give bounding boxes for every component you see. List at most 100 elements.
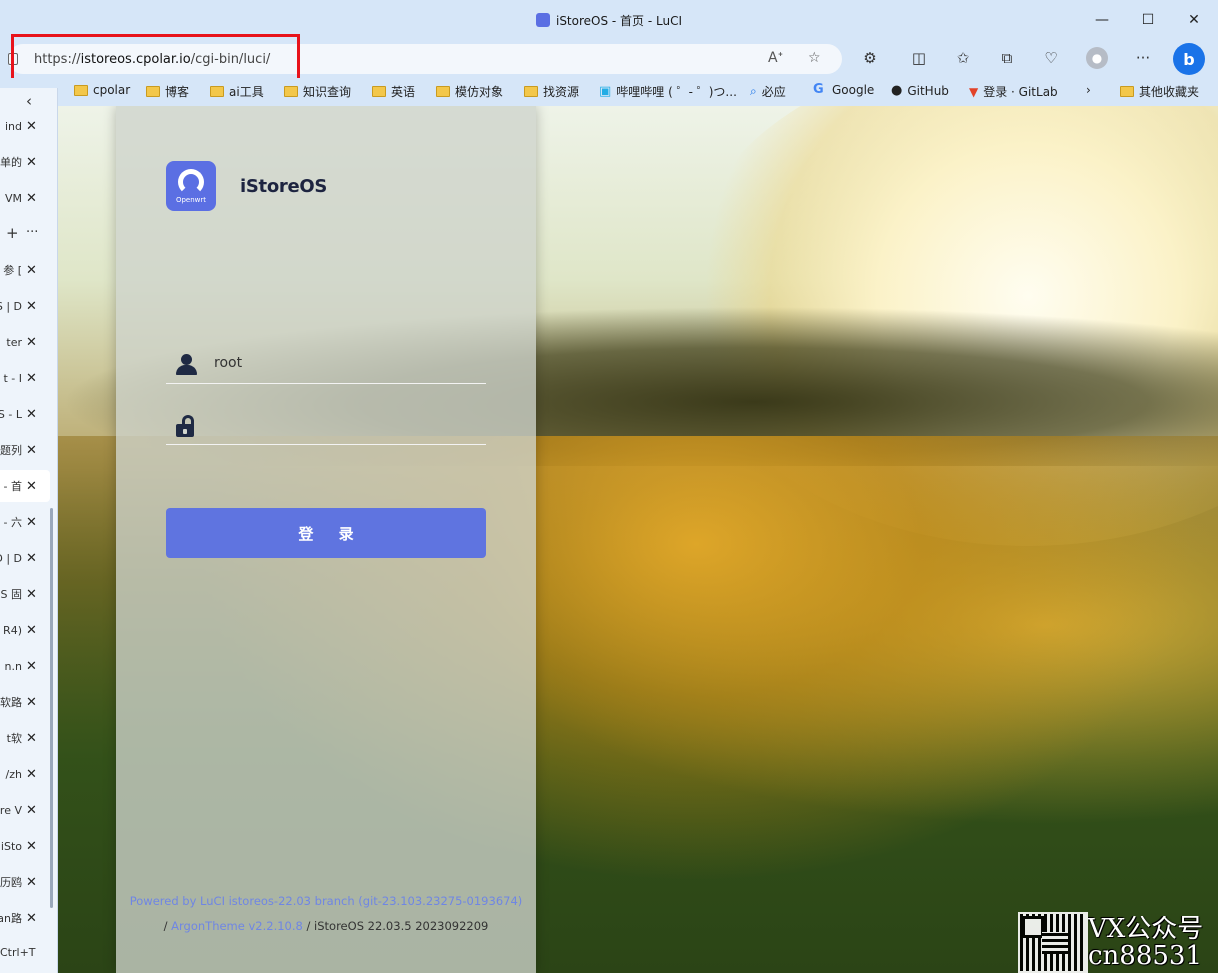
close-tab-icon[interactable]: ✕ [26, 587, 37, 602]
collapse-sidebar-chevron-icon[interactable]: ‹ [26, 92, 32, 110]
sidebar-tab[interactable]: ind ✕ [0, 110, 50, 142]
more-bookmarks-chevron-icon[interactable]: › [1086, 83, 1091, 97]
folder-icon [74, 84, 88, 96]
lock-icon[interactable] [8, 53, 18, 65]
bookmark-item[interactable]: ● GitHub [891, 83, 949, 98]
other-bookmarks-folder[interactable]: 其他收藏夹 [1120, 83, 1199, 100]
sidebar-tab[interactable]: 单的 ✕ [0, 146, 50, 178]
sidebar-tab[interactable]: t软 ✕ [0, 722, 50, 754]
close-tab-icon[interactable]: ✕ [26, 371, 37, 386]
qr-code [1018, 912, 1088, 973]
close-tab-icon[interactable]: ✕ [26, 875, 37, 890]
bookmark-item[interactable]: ai工具 [210, 83, 264, 100]
bookmark-item[interactable]: 博客 [146, 83, 189, 100]
sidebar-tab-label: an路 [0, 912, 22, 925]
favorite-star-icon[interactable]: ☆ [808, 50, 821, 66]
maximize-button[interactable]: ☐ [1125, 6, 1171, 34]
close-tab-icon[interactable]: ✕ [26, 443, 37, 458]
close-tab-icon[interactable]: ✕ [26, 407, 37, 422]
login-button[interactable]: 登 录 [166, 508, 486, 558]
close-tab-icon[interactable]: ✕ [26, 731, 37, 746]
sidebar-tab[interactable]: ter ✕ [0, 326, 50, 358]
page-content: Openwrt iStoreOS 登 录 Powered by LuCI ist… [58, 106, 1218, 973]
brand-title: iStoreOS [240, 176, 328, 197]
close-tab-icon[interactable]: ✕ [26, 155, 37, 170]
sidebar-tab-label: 题列 [0, 444, 22, 457]
sidebar-tab[interactable]: D | D ✕ [0, 542, 50, 574]
bookmark-item[interactable]: ⌕ 必应 [750, 83, 786, 100]
bookmarks-bar: cpolar 博客 ai工具 知识查询 英语 模仿对象 找资源 ▣ 哔哩哔哩 ( … [0, 78, 1218, 106]
sidebar-tab-label: S - L [0, 407, 22, 421]
sidebar-tab-label: D | D [0, 551, 22, 565]
sidebar-tab[interactable]: iSto ✕ [0, 830, 50, 862]
close-tab-icon[interactable]: ✕ [26, 263, 37, 278]
sidebar-tab[interactable]: S - 首 ✕ [0, 470, 50, 502]
close-tab-icon[interactable]: ✕ [26, 299, 37, 314]
bookmark-item[interactable]: cpolar [74, 83, 130, 97]
close-tab-icon[interactable]: ✕ [26, 695, 37, 710]
close-tab-icon[interactable]: ✕ [26, 803, 37, 818]
close-tab-icon[interactable]: ✕ [26, 479, 37, 494]
folder-icon [284, 86, 298, 97]
new-tab-plus-icon[interactable]: + [6, 224, 19, 242]
close-tab-icon[interactable]: ✕ [26, 119, 37, 134]
bookmark-item[interactable]: ▼ 登录 · GitLab [969, 83, 1058, 100]
bookmark-item[interactable]: 模仿对象 [436, 83, 503, 100]
url-text[interactable]: https://istoreos.cpolar.io/cgi-bin/luci/ [34, 52, 270, 67]
split-screen-icon[interactable]: ◫ [908, 47, 930, 69]
address-bar[interactable]: https://istoreos.cpolar.io/cgi-bin/luci/… [8, 44, 842, 74]
powered-by-link[interactable]: Powered by LuCI istoreos-22.03 branch (g… [116, 894, 536, 908]
sidebar-tab[interactable]: an路 ✕ [0, 902, 50, 934]
user-icon [176, 354, 198, 376]
bookmark-item[interactable]: 知识查询 [284, 83, 351, 100]
sidebar-tab[interactable]: n.n ✕ [0, 650, 50, 682]
bookmark-item[interactable]: G Google [813, 83, 874, 98]
folder-icon [146, 86, 160, 97]
read-aloud-icon[interactable]: Aᐩ [768, 50, 783, 66]
close-tab-icon[interactable]: ✕ [26, 839, 37, 854]
close-tab-icon[interactable]: ✕ [26, 659, 37, 674]
close-tab-icon[interactable]: ✕ [26, 335, 37, 350]
sidebar-tab[interactable]: 历鸥 ✕ [0, 866, 50, 898]
extensions-icon[interactable]: ⚙ [859, 47, 881, 69]
sidebar-tab[interactable]: S | D ✕ [0, 290, 50, 322]
sidebar-tab-label: S | D [0, 299, 22, 313]
browser-essentials-icon[interactable]: ♡ [1040, 47, 1062, 69]
close-tab-icon[interactable]: ✕ [26, 623, 37, 638]
tab-actions-more-icon[interactable]: ··· [26, 225, 38, 240]
sidebar-tab[interactable]: 题列 ✕ [0, 434, 50, 466]
sidebar-tab[interactable]: 软路 ✕ [0, 686, 50, 718]
favorites-icon[interactable]: ✩ [952, 47, 974, 69]
close-tab-icon[interactable]: ✕ [26, 767, 37, 782]
bilibili-icon: ▣ [599, 84, 612, 99]
bookmark-item[interactable]: ▣ 哔哩哔哩 ( ゜- ゜)つ... [599, 83, 737, 100]
sidebar-tab[interactable]: D - 六 ✕ [0, 506, 50, 538]
sidebar-scrollbar[interactable] [50, 508, 53, 908]
minimize-button[interactable]: — [1079, 6, 1125, 34]
bing-copilot-icon[interactable]: b [1173, 43, 1205, 75]
close-window-button[interactable]: ✕ [1171, 6, 1217, 34]
bookmark-item[interactable]: 英语 [372, 83, 415, 100]
profile-avatar-icon[interactable]: ● [1086, 47, 1108, 69]
sidebar-tab[interactable]: S - L ✕ [0, 398, 50, 430]
close-tab-icon[interactable]: ✕ [26, 191, 37, 206]
collections-icon[interactable]: ⧉ [996, 47, 1018, 69]
password-input[interactable] [214, 411, 474, 437]
sidebar-tab[interactable]: VM ✕ [0, 182, 50, 214]
sidebar-tab[interactable]: S 固 ✕ [0, 578, 50, 610]
window-title: iStoreOS - 首页 - LuCI [0, 12, 1218, 29]
sidebar-tab[interactable]: (R4 ✕ [0, 614, 50, 646]
close-tab-icon[interactable]: ✕ [26, 911, 37, 926]
folder-icon [210, 86, 224, 97]
close-tab-icon[interactable]: ✕ [26, 551, 37, 566]
sidebar-tab[interactable]: ] 参 ✕ [0, 254, 50, 286]
sidebar-tab[interactable]: re V ✕ [0, 794, 50, 826]
bookmark-item[interactable]: 找资源 [524, 83, 579, 100]
sidebar-tab[interactable]: t - I ✕ [0, 362, 50, 394]
argon-theme-link[interactable]: ArgonTheme v2.2.10.8 [171, 919, 303, 933]
footer-version-line: / ArgonTheme v2.2.10.8 / iStoreOS 22.03.… [163, 919, 489, 933]
close-tab-icon[interactable]: ✕ [26, 515, 37, 530]
username-input[interactable] [214, 350, 474, 376]
sidebar-tab[interactable]: zh/ ✕ [0, 758, 50, 790]
more-menu-icon[interactable]: ··· [1132, 47, 1154, 69]
